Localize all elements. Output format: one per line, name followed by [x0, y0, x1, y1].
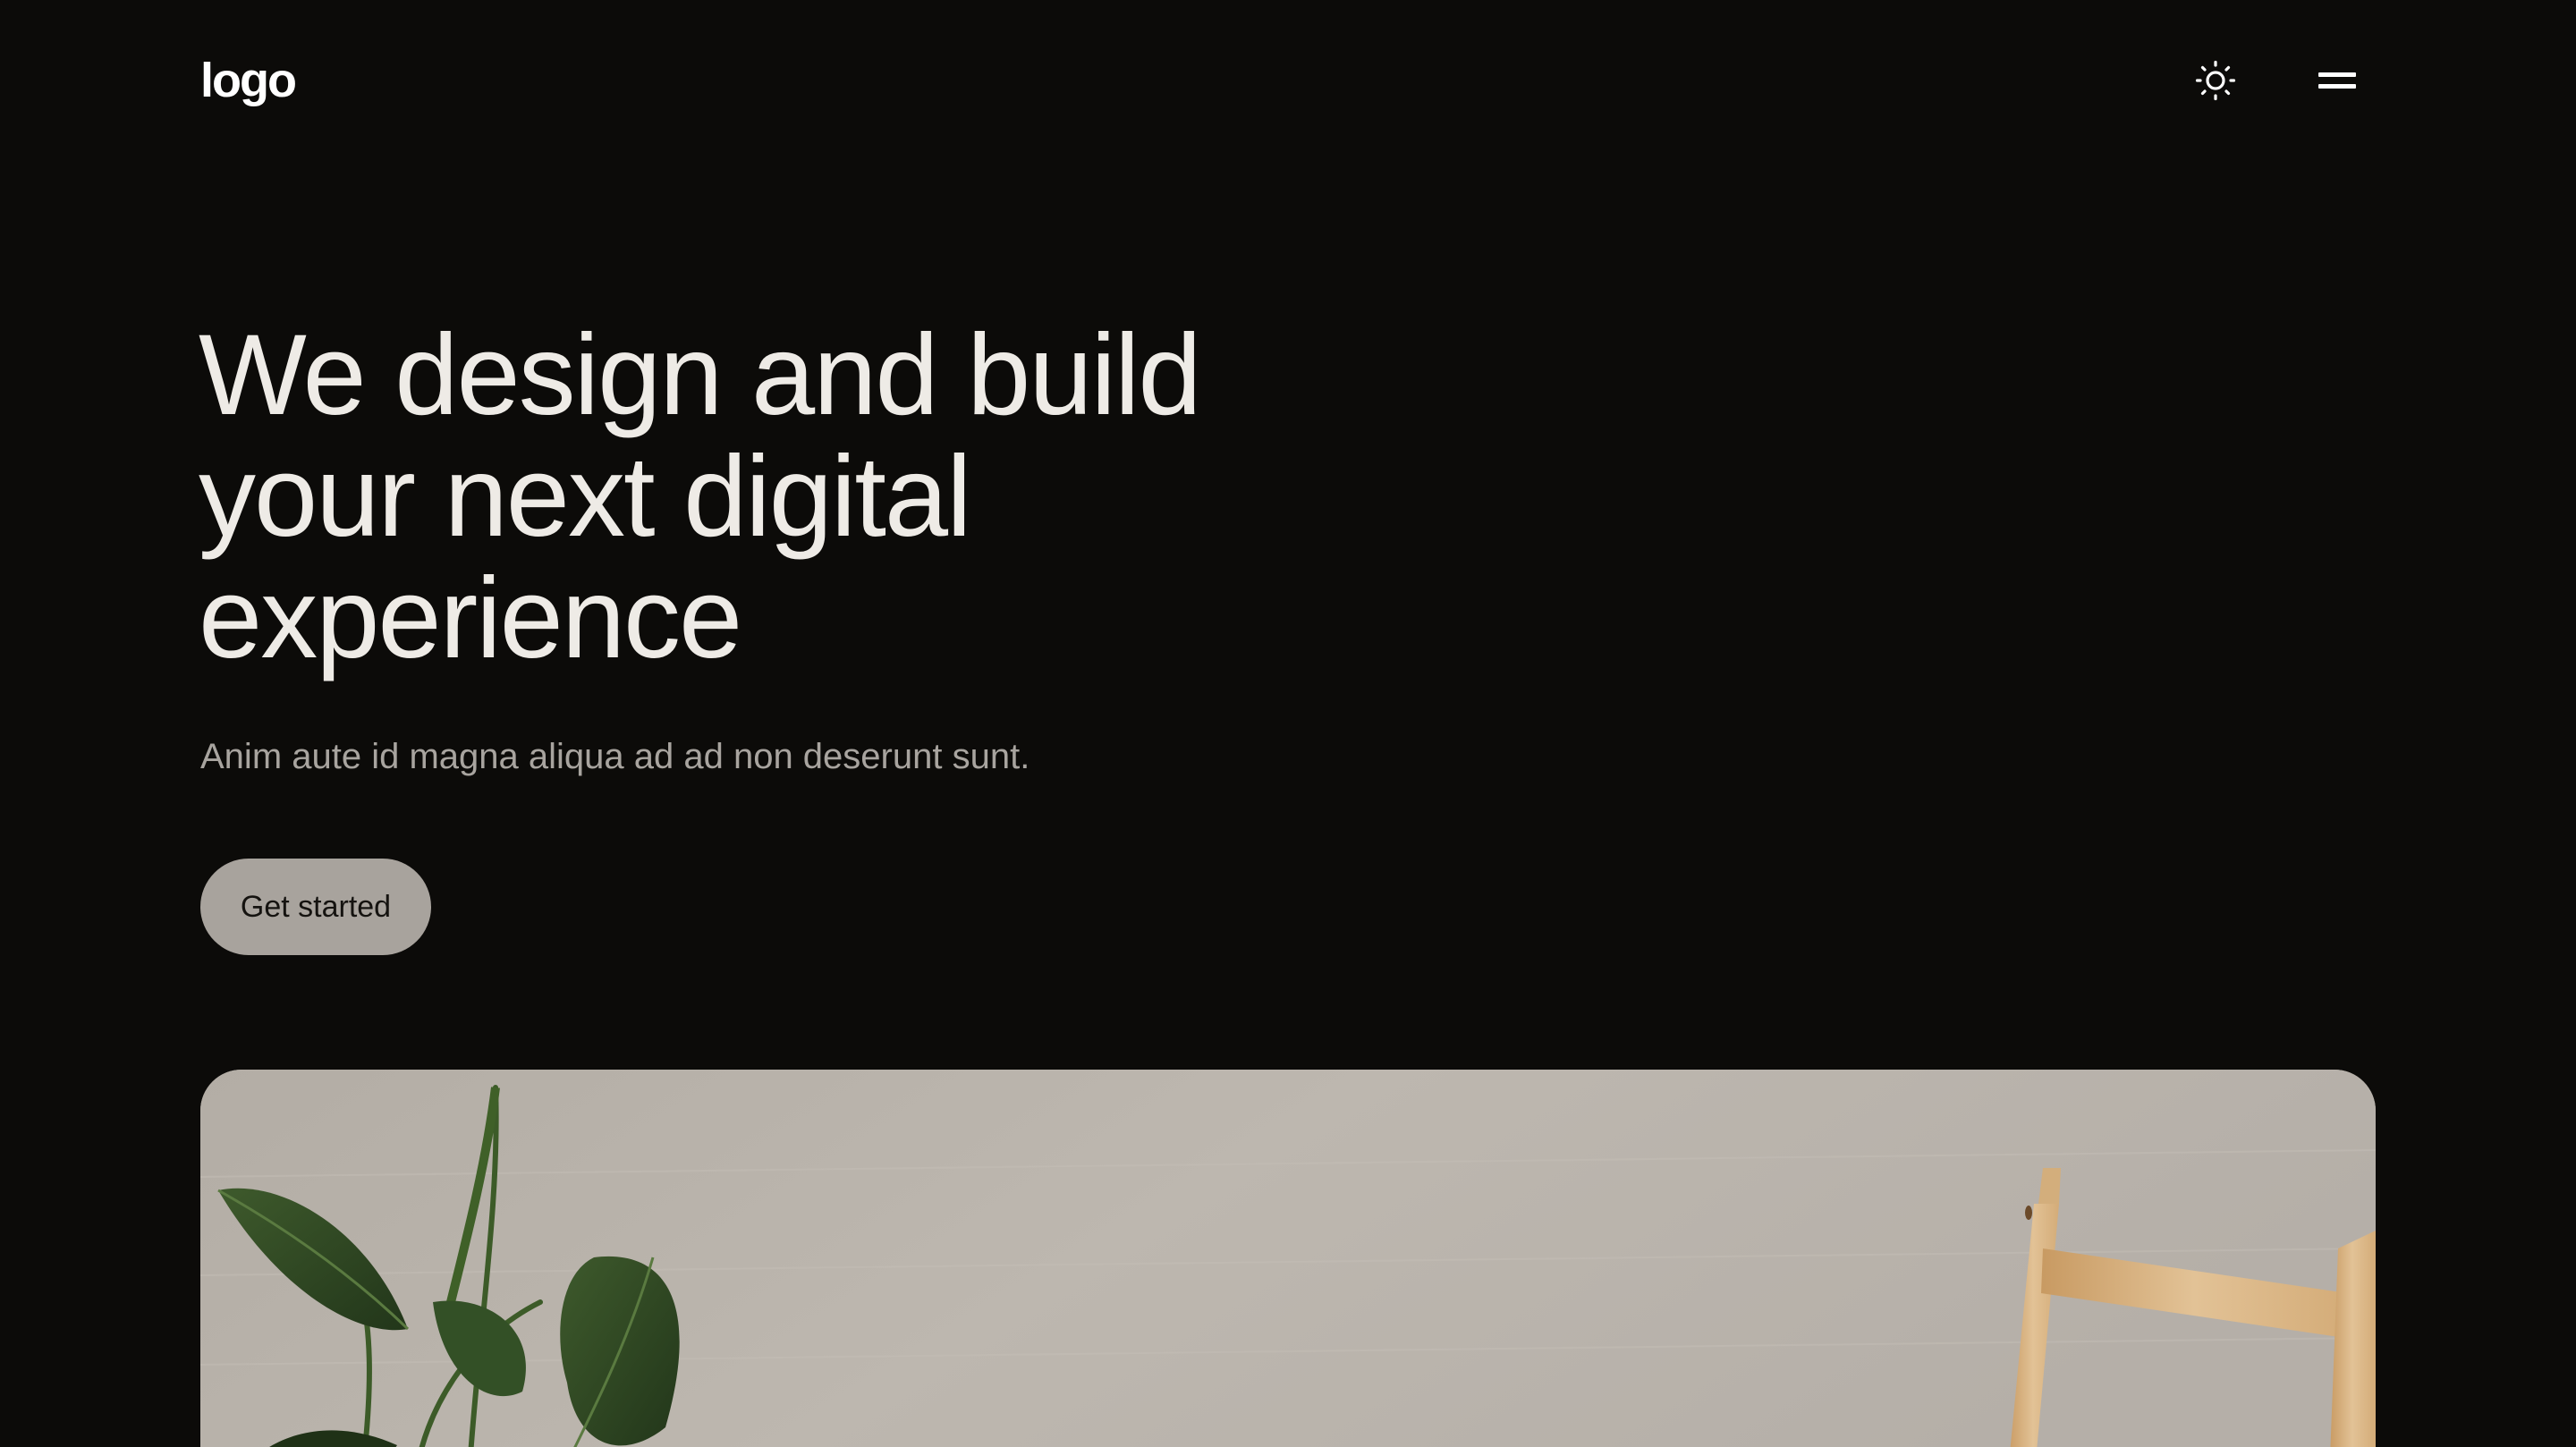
- hero-title-line: experience: [199, 554, 742, 682]
- hero-title-line: We design and build: [199, 311, 1202, 439]
- site-header: logo: [200, 50, 2376, 113]
- logo[interactable]: logo: [200, 54, 297, 107]
- hero-photo-illustration: [200, 1070, 2376, 1447]
- theme-toggle-button[interactable]: [2191, 57, 2240, 106]
- menu-icon: [2318, 67, 2356, 97]
- sun-icon: [2195, 60, 2236, 104]
- get-started-button[interactable]: Get started: [200, 859, 431, 955]
- hero-title-line: your next digital: [199, 433, 971, 561]
- landing-page: logo We design and build your next digit…: [0, 0, 2576, 1447]
- hero-photo: [200, 1070, 2376, 1447]
- hero-subtitle: Anim aute id magna aliqua ad ad non dese…: [200, 737, 1030, 776]
- hero-title: We design and build your next digital ex…: [199, 315, 1379, 680]
- menu-button[interactable]: [2313, 57, 2361, 106]
